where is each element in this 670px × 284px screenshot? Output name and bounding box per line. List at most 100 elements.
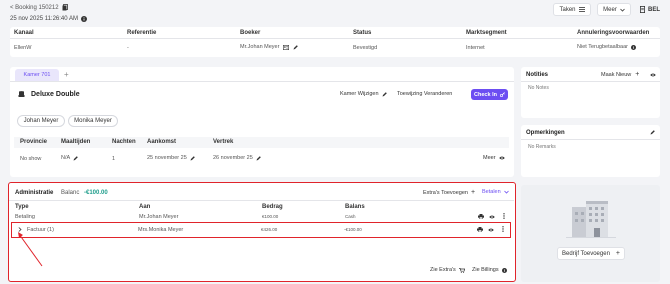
room-more-button[interactable]: Meer bbox=[483, 155, 505, 161]
administration-card: Administratie Balanc -€100.00 Extra's To… bbox=[8, 182, 516, 282]
table-row[interactable]: Betaling Mr.Johan Meyer €100.00 Cash bbox=[9, 212, 514, 222]
info-icon[interactable] bbox=[630, 44, 636, 50]
edit-icon bbox=[382, 91, 387, 97]
tasks-button[interactable]: Taken bbox=[553, 3, 591, 16]
room-type: Deluxe Double bbox=[31, 91, 80, 98]
edit-icon[interactable] bbox=[256, 155, 261, 161]
info-icon[interactable] bbox=[80, 16, 87, 22]
edit-icon[interactable] bbox=[293, 44, 299, 50]
pay-button[interactable]: Betalen bbox=[482, 189, 509, 195]
more-label: Meer bbox=[603, 6, 617, 13]
booker-value[interactable]: Mr.Johan Meyer bbox=[240, 44, 279, 50]
add-extras-label: Extra's Toevoegen bbox=[423, 189, 468, 196]
bed-icon bbox=[18, 91, 25, 98]
eye-icon[interactable] bbox=[488, 228, 494, 232]
see-billings-button[interactable]: Zie Billings bbox=[472, 267, 507, 273]
notes-title: Notities bbox=[526, 72, 549, 78]
remarks-card: Opmerkingen No Remarks bbox=[521, 125, 660, 177]
invoice-row[interactable]: Factuur (1) Mrs.Monika Meyer €426.00 -€1… bbox=[11, 222, 511, 238]
list-icon bbox=[578, 7, 585, 12]
print-icon[interactable] bbox=[477, 227, 483, 232]
edit-icon[interactable] bbox=[73, 155, 78, 161]
annotation-arrow bbox=[18, 232, 43, 267]
booking-id[interactable]: < Booking 150212 bbox=[10, 5, 59, 11]
administration-title: Administratie bbox=[15, 190, 54, 196]
check-in-button[interactable]: Check In bbox=[471, 89, 508, 100]
meals-value: N/A bbox=[61, 155, 71, 161]
company-card: Bedrijf Toevoegen + bbox=[521, 185, 660, 282]
eye-icon[interactable] bbox=[489, 215, 495, 219]
building-illustration bbox=[566, 201, 616, 238]
guest-pill[interactable]: Johan Meyer bbox=[17, 115, 65, 127]
row-type: Betaling bbox=[15, 214, 35, 220]
col-nights: Nachten bbox=[112, 139, 136, 145]
booking-summary: Kanaal Referentie Boeker Status Marktseg… bbox=[10, 27, 660, 57]
plus-icon: + bbox=[615, 250, 621, 257]
eye-icon[interactable] bbox=[650, 73, 656, 77]
add-company-label: Bedrijf Toevoegen bbox=[561, 250, 610, 257]
col-balance: Balans bbox=[345, 204, 365, 210]
nights-value: 1 bbox=[112, 156, 116, 162]
tasks-label: Taken bbox=[559, 6, 576, 13]
add-extras-button[interactable]: Extra's Toevoegen + bbox=[423, 189, 475, 196]
arrival-value: 25 november 25 bbox=[147, 155, 187, 161]
plus-icon: + bbox=[470, 189, 476, 196]
guest-pill[interactable]: Monika Meyer bbox=[68, 115, 118, 127]
col-amount: Bedrag bbox=[262, 204, 283, 210]
more-vertical-icon[interactable] bbox=[503, 213, 505, 219]
col-meals: Maaltijden bbox=[61, 139, 91, 145]
booking-header: < Booking 150212 25 nov 2025 11:26:40 AM bbox=[10, 4, 87, 22]
row-balance: -€100.00 bbox=[344, 227, 362, 232]
more-button[interactable]: Meer bbox=[597, 3, 631, 16]
print-icon[interactable] bbox=[478, 214, 484, 219]
edit-icon[interactable] bbox=[190, 155, 195, 161]
status-value: Bevestigd bbox=[353, 45, 378, 51]
guest-name: Johan Meyer bbox=[23, 118, 59, 124]
edit-icon[interactable] bbox=[650, 130, 655, 135]
province-value: No show bbox=[20, 156, 42, 162]
reference-value: - bbox=[127, 45, 129, 51]
cancellation-value: Niet Terugbetaalbaar bbox=[577, 44, 628, 50]
channel-value: EllenW bbox=[14, 45, 32, 51]
pay-label: Betalen bbox=[482, 189, 501, 195]
room-card: Kamer 701 + Deluxe Double Kamer Wijzigen… bbox=[10, 67, 514, 177]
plus-icon: + bbox=[635, 71, 640, 78]
balance-label: Balanc bbox=[61, 190, 80, 196]
info-icon bbox=[501, 267, 507, 273]
col-departure: Vertrek bbox=[213, 139, 234, 145]
remarks-title: Opmerkingen bbox=[526, 130, 565, 136]
col-status: Status bbox=[353, 30, 372, 36]
eye-icon bbox=[498, 156, 505, 160]
create-note-button[interactable]: Maak Nieuw + bbox=[601, 71, 639, 78]
language-selector[interactable]: BEL bbox=[640, 6, 660, 13]
language-label: BEL bbox=[648, 6, 660, 13]
chevron-down-icon bbox=[620, 8, 625, 12]
change-room-button[interactable]: Kamer Wijzigen bbox=[340, 91, 387, 97]
booking-datetime: 25 nov 2025 11:26:40 AM bbox=[10, 16, 78, 22]
col-arrival: Aankomst bbox=[147, 139, 177, 145]
document-icon bbox=[640, 6, 645, 13]
guest-name: Monika Meyer bbox=[74, 118, 112, 124]
change-assignment-button[interactable]: Toewijzing Veranderen bbox=[397, 91, 452, 97]
see-billings-label: Zie Billings bbox=[472, 267, 499, 273]
col-market-segment: Marktsegment bbox=[466, 30, 507, 36]
check-in-label: Check In bbox=[474, 91, 497, 98]
copy-icon[interactable] bbox=[62, 4, 68, 11]
balance-value: -€100.00 bbox=[84, 190, 108, 196]
row-to: Mrs.Monika Meyer bbox=[138, 227, 184, 233]
notes-card: Notities Maak Nieuw + No Notes bbox=[521, 67, 660, 118]
add-company-button[interactable]: Bedrijf Toevoegen + bbox=[557, 247, 625, 260]
id-card-icon[interactable] bbox=[283, 44, 290, 50]
add-tab-button[interactable]: + bbox=[64, 70, 69, 79]
remarks-empty: No Remarks bbox=[528, 144, 556, 150]
see-extras-button[interactable]: Zie Extra's bbox=[430, 267, 465, 273]
row-amount: €426.00 bbox=[261, 227, 278, 232]
tab-room-label: Kamer 701 bbox=[23, 72, 51, 78]
more-vertical-icon[interactable] bbox=[502, 226, 504, 232]
departure-value: 26 november 25 bbox=[213, 155, 253, 161]
create-note-label: Maak Nieuw bbox=[601, 71, 632, 78]
see-extras-label: Zie Extra's bbox=[430, 267, 456, 273]
col-booker: Boeker bbox=[240, 30, 261, 36]
tab-room[interactable]: Kamer 701 bbox=[15, 69, 59, 81]
col-channel: Kanaal bbox=[14, 30, 34, 36]
